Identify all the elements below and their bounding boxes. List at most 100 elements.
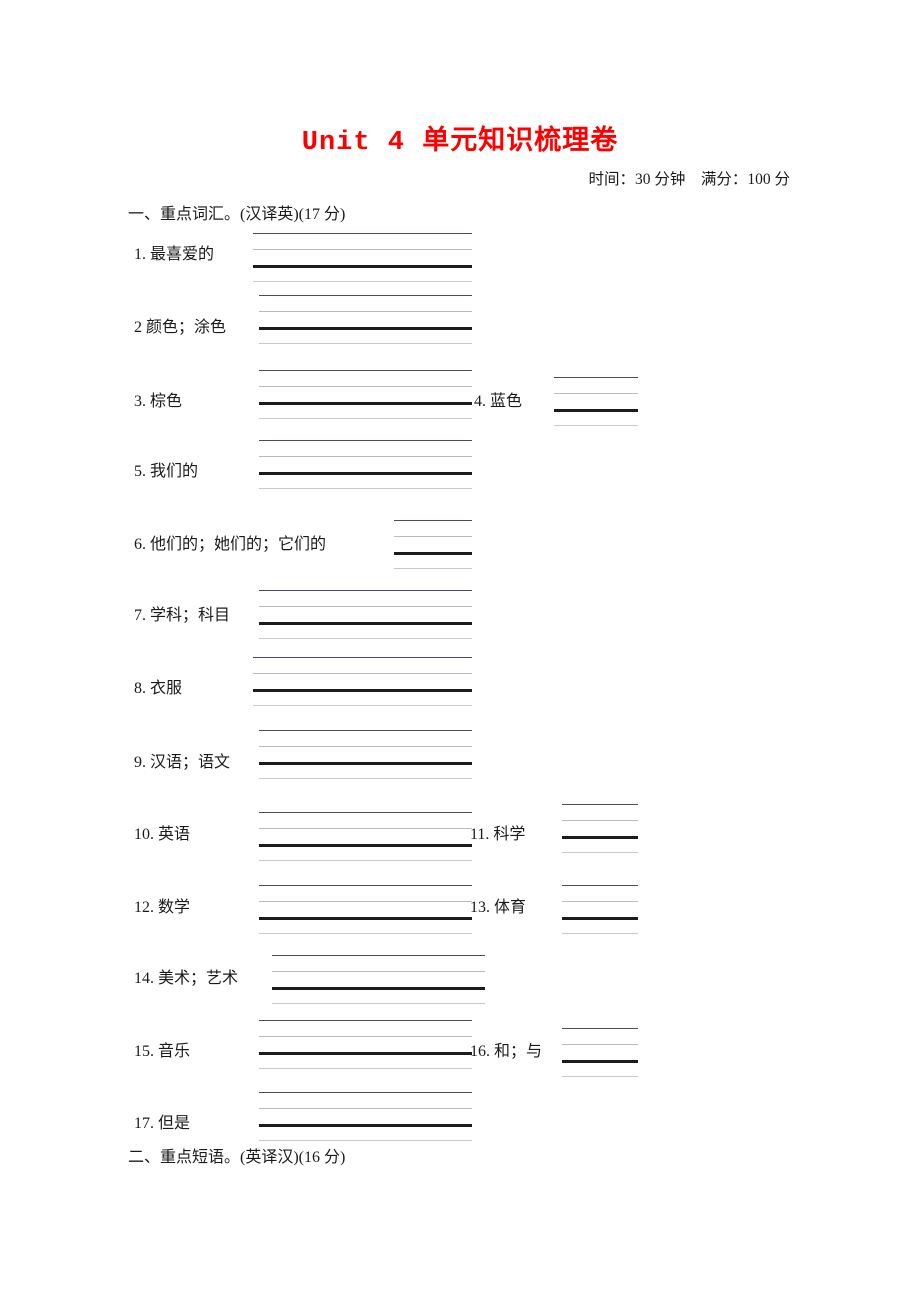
- answer-guide-6[interactable]: [394, 520, 472, 569]
- guide-line-baseline: [259, 472, 472, 475]
- guide-line-top: [259, 1020, 472, 1021]
- guide-line-top: [259, 812, 472, 813]
- guide-line-upper-mid: [259, 311, 472, 312]
- guide-line-baseline: [259, 762, 472, 765]
- guide-line-top: [259, 885, 472, 886]
- guide-line-upper-mid: [259, 746, 472, 747]
- question-item-14: 14. 美术；艺术: [134, 964, 238, 1018]
- answer-guide-14[interactable]: [272, 955, 485, 1004]
- guide-line-bottom: [259, 343, 472, 344]
- guide-line-baseline: [259, 917, 472, 920]
- guide-line-baseline: [253, 265, 472, 268]
- question-label: 2 颜色；涂色: [134, 319, 227, 336]
- guide-line-top: [259, 730, 472, 731]
- guide-line-upper-mid: [259, 456, 472, 457]
- guide-line-top: [253, 657, 472, 658]
- guide-line-upper-mid: [562, 1044, 638, 1045]
- question-item-1: 1. 最喜爱的: [134, 240, 214, 294]
- guide-line-upper-mid: [259, 828, 472, 829]
- question-label: 15. 音乐: [134, 1043, 191, 1060]
- question-label: 16. 和；与: [470, 1043, 543, 1060]
- guide-line-bottom: [554, 425, 638, 426]
- answer-guide-3[interactable]: [259, 370, 472, 419]
- answer-guide-7[interactable]: [259, 590, 472, 639]
- guide-line-bottom: [259, 488, 472, 489]
- guide-line-top: [259, 370, 472, 371]
- answer-guide-1[interactable]: [253, 233, 472, 282]
- guide-line-baseline: [259, 1052, 472, 1055]
- guide-line-upper-mid: [259, 606, 472, 607]
- question-label: 4. 蓝色: [474, 393, 523, 410]
- question-item-3: 3. 棕色: [134, 387, 182, 441]
- question-item-7: 7. 学科；科目: [134, 601, 230, 655]
- question-item-11: 11. 科学: [470, 820, 525, 874]
- guide-line-baseline: [562, 1060, 638, 1063]
- question-item-4: 4. 蓝色: [474, 387, 522, 441]
- question-label: 1. 最喜爱的: [134, 246, 215, 263]
- question-label: 14. 美术；艺术: [134, 970, 239, 987]
- answer-guide-9[interactable]: [259, 730, 472, 779]
- guide-line-top: [272, 955, 485, 956]
- guide-line-bottom: [259, 778, 472, 779]
- guide-line-upper-mid: [562, 820, 638, 821]
- guide-line-bottom: [259, 933, 472, 934]
- question-label: 10. 英语: [134, 826, 191, 843]
- question-label: 9. 汉语；语文: [134, 754, 231, 771]
- guide-line-baseline: [259, 327, 472, 330]
- worksheet-page: Unit 4 单元知识梳理卷 时间：30 分钟 满分：100 分 一、重点词汇。…: [0, 0, 920, 1302]
- question-label: 17. 但是: [134, 1115, 191, 1132]
- question-item-9: 9. 汉语；语文: [134, 748, 230, 802]
- question-label: 3. 棕色: [134, 393, 183, 410]
- guide-line-upper-mid: [272, 971, 485, 972]
- question-item-2: 2 颜色；涂色: [134, 313, 226, 367]
- question-label: 5. 我们的: [134, 463, 199, 480]
- guide-line-bottom: [259, 860, 472, 861]
- guide-line-top: [259, 440, 472, 441]
- answer-guide-2[interactable]: [259, 295, 472, 344]
- answer-guide-11[interactable]: [562, 804, 638, 853]
- guide-line-baseline: [259, 844, 472, 847]
- answer-guide-10[interactable]: [259, 812, 472, 861]
- guide-line-upper-mid: [259, 901, 472, 902]
- section-heading-vocabulary: 一、重点词汇。(汉译英)(17 分): [128, 206, 346, 223]
- guide-line-upper-mid: [253, 249, 472, 250]
- guide-line-top: [554, 377, 638, 378]
- question-item-16: 16. 和；与: [470, 1037, 542, 1091]
- guide-line-top: [259, 1092, 472, 1093]
- guide-line-bottom: [562, 933, 638, 934]
- guide-line-bottom: [562, 852, 638, 853]
- guide-line-baseline: [394, 552, 472, 555]
- question-item-5: 5. 我们的: [134, 457, 198, 511]
- answer-guide-12[interactable]: [259, 885, 472, 934]
- guide-line-top: [259, 295, 472, 296]
- question-item-8: 8. 衣服: [134, 674, 182, 728]
- question-label: 8. 衣服: [134, 680, 183, 697]
- guide-line-upper-mid: [554, 393, 638, 394]
- guide-line-upper-mid: [259, 386, 472, 387]
- exam-meta: 时间：30 分钟 满分：100 分: [588, 171, 790, 188]
- answer-guide-13[interactable]: [562, 885, 638, 934]
- guide-line-bottom: [259, 638, 472, 639]
- guide-line-bottom: [394, 568, 472, 569]
- question-label: 7. 学科；科目: [134, 607, 231, 624]
- guide-line-top: [562, 804, 638, 805]
- question-label: 13. 体育: [470, 899, 527, 916]
- answer-guide-8[interactable]: [253, 657, 472, 706]
- guide-line-upper-mid: [394, 536, 472, 537]
- question-label: 12. 数学: [134, 899, 191, 916]
- guide-line-bottom: [253, 281, 472, 282]
- answer-guide-4[interactable]: [554, 377, 638, 426]
- guide-line-top: [562, 1028, 638, 1029]
- answer-guide-15[interactable]: [259, 1020, 472, 1069]
- guide-line-bottom: [259, 418, 472, 419]
- question-item-15: 15. 音乐: [134, 1037, 190, 1091]
- guide-line-upper-mid: [253, 673, 472, 674]
- answer-guide-5[interactable]: [259, 440, 472, 489]
- question-item-10: 10. 英语: [134, 820, 190, 874]
- guide-line-baseline: [562, 836, 638, 839]
- page-title: Unit 4 单元知识梳理卷: [301, 128, 619, 158]
- section-heading-phrases: 二、重点短语。(英译汉)(16 分): [128, 1149, 346, 1166]
- guide-line-bottom: [272, 1003, 485, 1004]
- answer-guide-17[interactable]: [259, 1092, 472, 1141]
- answer-guide-16[interactable]: [562, 1028, 638, 1077]
